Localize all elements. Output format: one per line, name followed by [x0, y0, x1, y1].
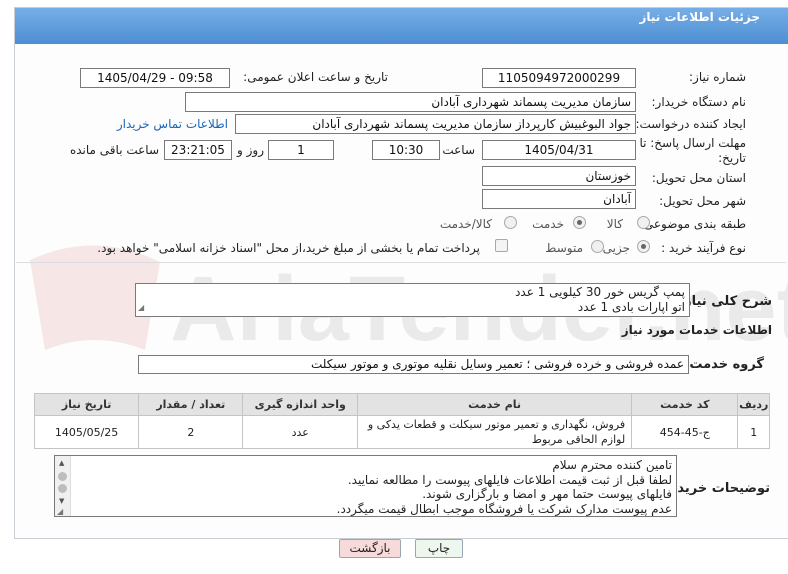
requester-field: جواد البوغبیش کارپرداز سازمان مدیریت پسم…: [235, 114, 636, 134]
city-field: آبادان: [482, 189, 636, 209]
category-radio-both[interactable]: [504, 216, 517, 229]
buyer-org-field: سازمان مدیریت پسماند شهرداری آبادان: [185, 92, 636, 112]
cell-name: فروش، نگهداری و تعمیر موتور سیکلت و قطعا…: [357, 415, 633, 449]
scroll-down-icon[interactable]: ▼: [59, 497, 64, 505]
cell-row: 1: [737, 415, 770, 449]
remaining-time-field: 23:21:05: [164, 140, 232, 160]
province-field: خوزستان: [482, 166, 636, 186]
requester-label: ایجاد کننده درخواست:: [635, 117, 746, 131]
province-label: استان محل تحویل:: [651, 171, 746, 185]
announce-datetime-label: تاریخ و ساعت اعلان عمومی:: [243, 70, 388, 84]
general-desc-line: اتو اپارات بادی 1 عدد: [577, 300, 685, 314]
city-label: شهر محل تحویل:: [659, 194, 746, 208]
time-label: ساعت: [442, 143, 475, 157]
deadline-label: مهلت ارسال پاسخ: تا تاریخ:: [639, 136, 746, 165]
cell-qty: 2: [138, 415, 244, 449]
scroll-up-icon[interactable]: ▲: [59, 459, 64, 467]
need-number-label: شماره نیاز:: [689, 70, 746, 84]
divider: [16, 262, 786, 263]
remaining-label: ساعت باقی مانده: [69, 143, 159, 157]
category-both-label: کالا/خدمت: [439, 217, 492, 231]
category-kala-label: کالا: [606, 217, 623, 231]
buyer-notes-line: فایلهای پیوست حتما مهر و امضا و بارگزاری…: [422, 487, 672, 501]
back-button[interactable]: بازگشت: [339, 539, 401, 558]
announce-datetime-field: 1405/04/29 - 09:58: [80, 68, 230, 88]
col-header-date: تاریخ نیاز: [33, 393, 140, 416]
col-header-unit: واحد اندازه گیری: [242, 393, 359, 416]
col-header-code: کد خدمت: [631, 393, 739, 416]
buyer-notes-line: تامین کننده محترم سلام: [552, 458, 672, 472]
buyer-contact-link[interactable]: اطلاعات تماس خریدار: [117, 117, 228, 131]
category-radio-kala[interactable]: [637, 216, 650, 229]
buyer-org-label: نام دستگاه خریدار:: [651, 95, 747, 109]
radio-icon[interactable]: [637, 216, 650, 229]
general-desc-label: شرح کلی نیاز:: [678, 294, 772, 309]
service-group-field: عمده فروشی و خرده فروشی ؛ تعمیر وسایل نق…: [138, 355, 689, 374]
day-and-label: روز و: [237, 143, 264, 157]
general-desc-textarea[interactable]: پمپ گریس خور 30 کیلویی 1 عدد اتو اپارات …: [135, 283, 690, 317]
services-table: تاریخ نیاز تعداد / مقدار واحد اندازه گیر…: [33, 393, 770, 449]
scroll-thumb[interactable]: [58, 472, 67, 481]
payment-note: پرداخت تمام یا بخشی از مبلغ خرید،از محل …: [97, 241, 480, 255]
table-row: 1405/05/25 2 عدد فروش، نگهداری و تعمیر م…: [33, 415, 770, 449]
category-radio-service[interactable]: [573, 216, 586, 229]
col-header-row: ردیف: [737, 393, 770, 416]
category-service-label: خدمت: [532, 217, 564, 231]
process-radio-minor[interactable]: [637, 240, 650, 253]
process-type-label: نوع فرآیند خرید :: [661, 241, 746, 255]
process-medium-label: متوسط: [545, 241, 583, 255]
radio-selected-icon[interactable]: [637, 240, 650, 253]
cell-code: ج-45-454: [631, 415, 739, 449]
buyer-notes-textarea[interactable]: تامین کننده محترم سلام لطفا قبل از ثبت ق…: [54, 455, 677, 517]
process-radio-medium[interactable]: [591, 240, 604, 253]
radio-icon[interactable]: [591, 240, 604, 253]
buyer-notes-line: عدم پیوست مدارک شرکت یا فروشگاه موجب ابط…: [336, 501, 672, 516]
resize-handle-icon[interactable]: ◢: [57, 507, 63, 516]
need-number-field: 1105094972000299: [482, 68, 636, 88]
resize-handle-icon[interactable]: ◢: [138, 300, 144, 315]
process-minor-label: جزیی: [602, 241, 630, 255]
cell-unit: عدد: [242, 415, 359, 449]
radio-icon[interactable]: [504, 216, 517, 229]
deadline-time-field: 10:30: [372, 140, 440, 160]
page-title: جزئیات اطلاعات نیاز: [639, 10, 760, 24]
col-header-qty: تعداد / مقدار: [138, 393, 244, 416]
scroll-thumb[interactable]: [58, 484, 67, 493]
services-info-title: اطلاعات خدمات مورد نیاز: [621, 323, 772, 337]
cell-date: 1405/05/25: [33, 415, 140, 449]
service-group-label: گروه خدمت:: [684, 357, 764, 372]
treasury-checkbox[interactable]: [495, 239, 508, 252]
days-field: 1: [268, 140, 334, 160]
deadline-date-field: 1405/04/31: [482, 140, 636, 160]
general-desc-line: پمپ گریس خور 30 کیلویی 1 عدد: [515, 285, 685, 299]
col-header-name: نام خدمت: [357, 393, 633, 416]
buyer-notes-line: لطفا قبل از ثبت قیمت اطلاعات فایلهای پیو…: [347, 472, 672, 487]
print-button[interactable]: چاپ: [415, 539, 463, 558]
radio-selected-icon[interactable]: [573, 216, 586, 229]
category-label: طبقه بندی موضوعی:: [639, 217, 746, 231]
